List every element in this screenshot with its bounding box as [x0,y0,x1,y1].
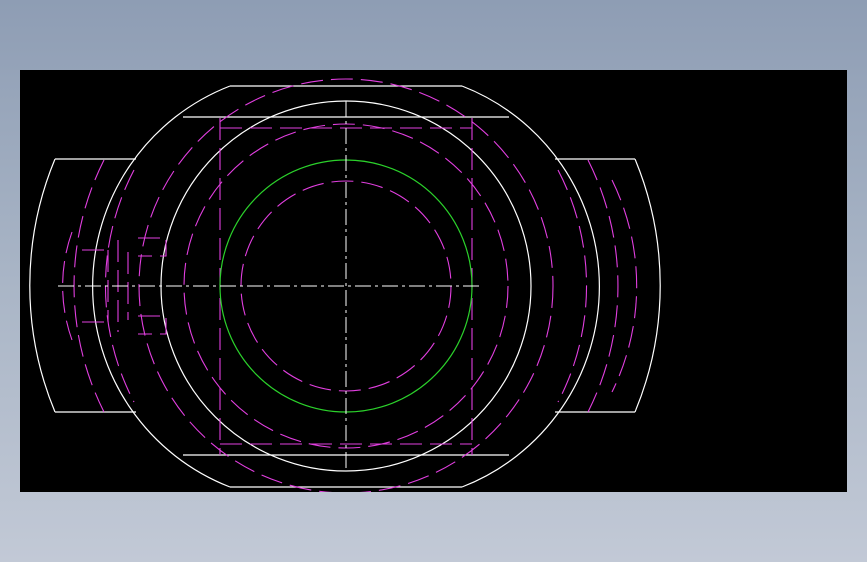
hidden-arc-right-1 [587,159,619,413]
hidden-arc-right-2 [557,169,588,403]
cad-viewport [0,0,867,562]
cad-drawing [29,78,661,492]
drawing-canvas[interactable] [20,70,847,492]
hidden-arc-right-3 [611,179,638,393]
centerlines [58,101,480,472]
